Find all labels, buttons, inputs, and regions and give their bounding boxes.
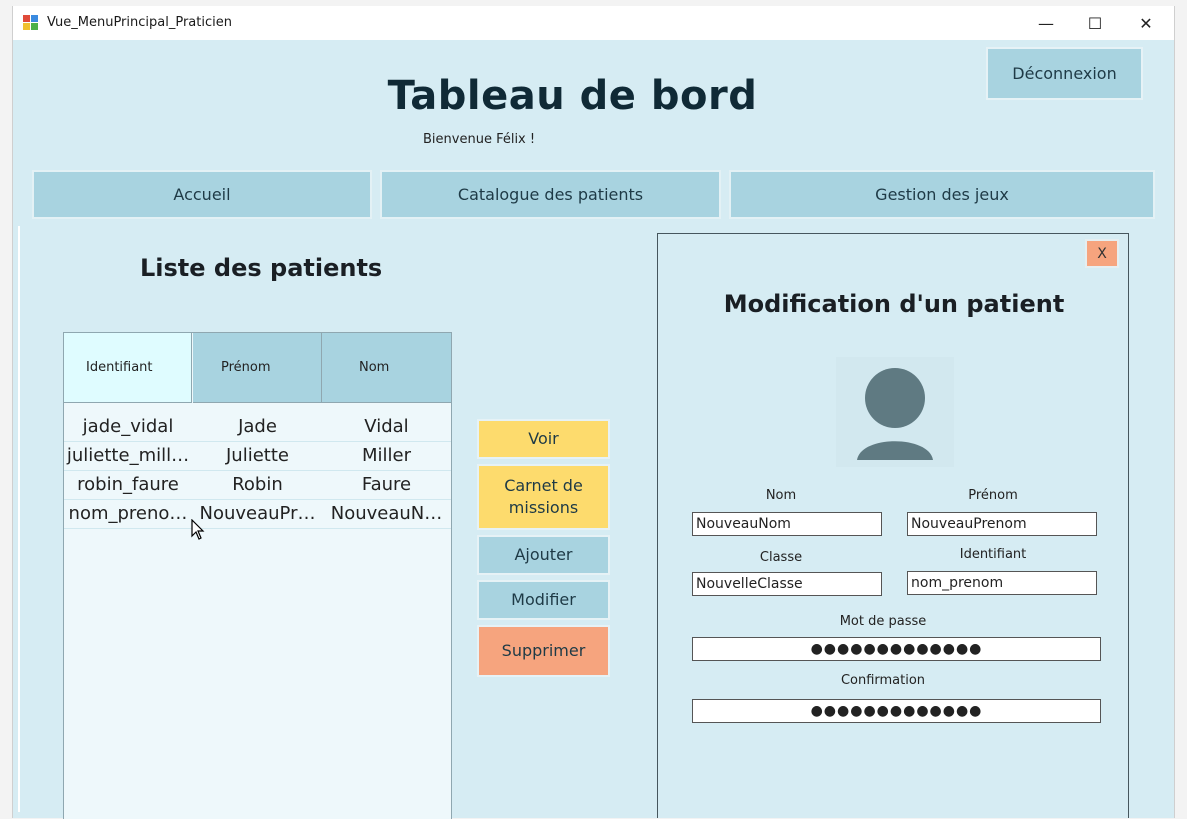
avatar — [836, 357, 954, 467]
cell-nom: Faure — [361, 474, 412, 495]
maximize-button[interactable]: ☐ — [1072, 6, 1118, 40]
cell-prenom: Robin — [232, 474, 283, 495]
column-header-identifiant[interactable]: Identifiant — [64, 333, 192, 403]
cell-identifiant: nom_preno… — [68, 503, 188, 524]
table-header: Identifiant Prénom Nom — [64, 333, 451, 404]
identifiant-label: Identifiant — [959, 547, 1027, 562]
modifier-button[interactable]: Modifier — [477, 580, 610, 620]
logout-button[interactable]: Déconnexion — [986, 47, 1143, 100]
user-avatar-icon — [857, 368, 933, 460]
close-panel-button[interactable]: X — [1085, 239, 1119, 268]
password-field[interactable]: ●●●●●●●●●●●●● — [692, 637, 1101, 661]
password-label: Mot de passe — [839, 614, 927, 629]
nom-label: Nom — [765, 488, 797, 503]
voir-button[interactable]: Voir — [477, 419, 610, 459]
cell-identifiant: jade_vidal — [82, 416, 174, 437]
minimize-button[interactable]: — — [1023, 6, 1069, 40]
classe-label: Classe — [759, 550, 803, 565]
cell-nom: Miller — [361, 445, 411, 466]
prenom-field[interactable]: NouveauPrenom — [907, 512, 1097, 536]
window-title: Vue_MenuPrincipal_Praticien — [47, 15, 232, 30]
cell-nom: Vidal — [364, 416, 409, 437]
carnet-missions-button[interactable]: Carnet de missions — [477, 464, 610, 530]
app-icon — [23, 15, 39, 31]
table-row[interactable]: nom_preno… NouveauPr… NouveauN… — [64, 499, 451, 529]
mouse-cursor-icon — [191, 519, 205, 540]
ajouter-button[interactable]: Ajouter — [477, 535, 610, 575]
confirmation-label: Confirmation — [840, 673, 926, 688]
table-row[interactable]: juliette_mill… Juliette Miller — [64, 441, 451, 471]
classe-field[interactable]: NouvelleClasse — [692, 572, 882, 596]
cell-prenom: NouveauPr… — [199, 503, 316, 524]
cell-prenom: Jade — [238, 416, 277, 437]
confirmation-field[interactable]: ●●●●●●●●●●●●● — [692, 699, 1101, 723]
page-title: Tableau de bord — [387, 73, 758, 119]
close-window-button[interactable]: ✕ — [1123, 6, 1169, 40]
identifiant-field[interactable]: nom_prenom — [907, 571, 1097, 595]
tab-gestion-jeux[interactable]: Gestion des jeux — [729, 170, 1155, 219]
tab-accueil[interactable]: Accueil — [32, 170, 372, 219]
column-header-nom[interactable]: Nom — [322, 333, 451, 403]
cell-identifiant: robin_faure — [77, 474, 179, 495]
supprimer-button[interactable]: Supprimer — [477, 625, 610, 677]
table-row[interactable]: jade_vidal Jade Vidal — [64, 412, 451, 442]
cell-identifiant: juliette_mill… — [66, 445, 190, 466]
title-bar: Vue_MenuPrincipal_Praticien — ☐ ✕ — [13, 6, 1174, 40]
nom-field[interactable]: NouveauNom — [692, 512, 882, 536]
patient-table[interactable]: Identifiant Prénom Nom jade_vidal Jade V… — [63, 332, 452, 819]
cell-prenom: Juliette — [226, 445, 289, 466]
cell-nom: NouveauN… — [330, 503, 443, 524]
edit-panel-title: Modification d'un patient — [723, 290, 1065, 318]
column-header-prenom[interactable]: Prénom — [193, 333, 322, 403]
welcome-message: Bienvenue Félix ! — [423, 132, 536, 147]
patient-list-title: Liste des patients — [140, 254, 383, 282]
prenom-label: Prénom — [968, 488, 1018, 503]
table-row[interactable]: robin_faure Robin Faure — [64, 470, 451, 500]
tab-catalogue-patients[interactable]: Catalogue des patients — [380, 170, 721, 219]
